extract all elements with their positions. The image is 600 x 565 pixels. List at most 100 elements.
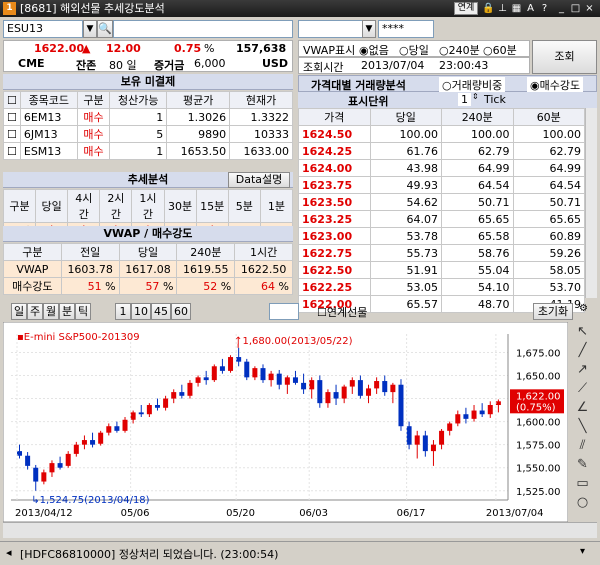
- angle-icon[interactable]: ∠: [568, 398, 597, 417]
- dropdown-icon[interactable]: ▼: [83, 20, 97, 38]
- cell: 6JM13: [19, 125, 78, 143]
- font-button[interactable]: A: [524, 2, 537, 15]
- interval-1[interactable]: 1: [115, 303, 131, 320]
- grid-icon[interactable]: ▦: [510, 2, 523, 15]
- table-row[interactable]: ☐ 6JM13 매수 5 9890 10333: [3, 125, 293, 143]
- line-icon[interactable]: ⟋: [568, 379, 597, 398]
- radio-60[interactable]: ○60분: [483, 42, 517, 58]
- select-all-checkbox[interactable]: ☐: [7, 94, 17, 107]
- candle-body: [73, 444, 79, 454]
- reset-button[interactable]: 초기화: [533, 303, 573, 320]
- table-row[interactable]: 1624.00 43.98 64.99 64.99: [298, 159, 585, 177]
- y-tick-label: 1,525.00: [516, 487, 561, 498]
- table-row[interactable]: 1623.00 53.78 65.58 60.89: [298, 227, 585, 245]
- table-row[interactable]: ☐ ESM13 매수 1 1653.50 1633.00: [3, 142, 293, 160]
- row-checkbox[interactable]: ☐: [3, 125, 21, 143]
- ray-icon[interactable]: ↗: [568, 360, 597, 379]
- candle-body: [17, 451, 22, 456]
- radio-today[interactable]: ○당일: [399, 42, 429, 58]
- candle-body: [98, 432, 104, 444]
- vertical-scrollbar[interactable]: [585, 108, 597, 298]
- pin-icon[interactable]: ⊥: [496, 2, 509, 15]
- interval-10[interactable]: 10: [131, 303, 151, 320]
- cell: 1624.50: [298, 125, 371, 143]
- settings-icon[interactable]: ⚙: [579, 303, 588, 314]
- pencil-icon[interactable]: ✎: [568, 455, 597, 474]
- period-tick[interactable]: 틱: [75, 303, 91, 320]
- table-row[interactable]: 1623.50 54.62 50.71 50.71: [298, 193, 585, 211]
- col-header: 1시간: [131, 189, 165, 223]
- col-header: 240분: [176, 243, 236, 261]
- candlestick-chart[interactable]: 1,675.001,650.001,625.001,600.001,575.00…: [3, 322, 568, 522]
- holdings-table: ☐ 종목코드 구분 청산가능 평균가 현재가 ☐ 6EM13 매수 1 1.3026 1.3322 …: [3, 91, 293, 160]
- query-time-row: 조회시간 2013/07/04 23:00:43: [298, 57, 530, 74]
- y-tick-label: 1,675.00: [516, 348, 561, 359]
- stepper-icon[interactable]: ⇕: [472, 92, 479, 101]
- row-checkbox[interactable]: ☐: [3, 142, 21, 160]
- table-row[interactable]: 1622.50 51.91 55.04 58.05: [298, 261, 585, 279]
- candle-body: [479, 410, 485, 415]
- cell: 1623.75: [298, 176, 371, 194]
- search-icon[interactable]: 🔍: [97, 20, 113, 38]
- cell: 1622.50: [234, 260, 293, 278]
- row-checkbox[interactable]: ☐: [3, 108, 21, 126]
- table-row[interactable]: ☐ 6EM13 매수 1 1.3026 1.3322: [3, 108, 293, 126]
- status-scroll-icon[interactable]: ▾: [580, 546, 585, 557]
- row-label: 매수강도: [3, 277, 62, 295]
- table-row[interactable]: 1624.50 100.00 100.00 100.00: [298, 125, 585, 143]
- cell: 64 %: [234, 277, 293, 295]
- table-row[interactable]: 1623.75 49.93 64.54 64.54: [298, 176, 585, 194]
- period-month[interactable]: 월: [43, 303, 59, 320]
- rectangle-icon[interactable]: ▭: [568, 474, 597, 493]
- cursor-icon[interactable]: ↖: [568, 322, 597, 341]
- table-row[interactable]: 1622.25 53.05 54.10 53.70: [298, 278, 585, 296]
- symbol-input[interactable]: ESU13: [3, 20, 83, 38]
- fib-icon[interactable]: ╲: [568, 417, 597, 436]
- table-row[interactable]: 1623.25 64.07 65.65 65.65: [298, 210, 585, 228]
- parallel-icon[interactable]: ⫽: [568, 436, 597, 455]
- cell: 5: [109, 125, 168, 143]
- period-week[interactable]: 주: [27, 303, 43, 320]
- lock-icon[interactable]: 🔒: [482, 2, 495, 15]
- trendline-icon[interactable]: ╱: [568, 341, 597, 360]
- minimize-button[interactable]: _: [555, 2, 568, 15]
- table-row[interactable]: 1624.25 61.76 62.79 62.79: [298, 142, 585, 160]
- window-title: [8681] 해외선물 추세강도분석: [20, 2, 165, 15]
- cell: 50.71: [512, 193, 585, 211]
- candle-body: [65, 453, 71, 466]
- col-header: 1시간: [234, 243, 293, 261]
- account-dropdown-icon[interactable]: ▼: [362, 20, 376, 38]
- link-button[interactable]: 연계: [454, 2, 478, 15]
- interval-60[interactable]: 60: [171, 303, 191, 320]
- candle-body: [138, 412, 144, 415]
- interval-45[interactable]: 45: [151, 303, 171, 320]
- table-row[interactable]: 1622.75 55.73 58.76 59.26: [298, 244, 585, 262]
- period-day[interactable]: 일: [11, 303, 27, 320]
- col-header: 4시간: [67, 189, 101, 223]
- period-minute[interactable]: 분: [59, 303, 75, 320]
- last-price-label: 1,622.00: [516, 391, 561, 402]
- radio-volume-ratio[interactable]: ○거래량비중: [439, 77, 506, 93]
- account-combo[interactable]: [298, 20, 370, 38]
- radio-buy-strength[interactable]: ◉매수강도: [527, 77, 584, 93]
- circle-icon[interactable]: ○: [568, 493, 597, 512]
- horizontal-scrollbar[interactable]: [3, 522, 597, 538]
- password-field[interactable]: ****: [378, 20, 434, 38]
- cell: 1622.25: [298, 278, 371, 296]
- radio-240[interactable]: ○240분: [439, 42, 480, 58]
- linked-checkbox[interactable]: ☐연계선물: [317, 304, 367, 320]
- help-button[interactable]: ?: [538, 2, 551, 15]
- cell: 62.79: [512, 142, 585, 160]
- data-description-button[interactable]: Data설명: [228, 172, 290, 188]
- cell: 55.73: [369, 244, 442, 262]
- close-button[interactable]: ×: [583, 2, 596, 15]
- maximize-button[interactable]: □: [569, 2, 582, 15]
- radio-none[interactable]: ◉없음: [359, 42, 389, 58]
- query-button[interactable]: 조회: [532, 40, 597, 74]
- query-time: 23:00:43: [439, 59, 489, 72]
- candle-body: [228, 357, 234, 371]
- unit-value[interactable]: 1: [458, 93, 471, 106]
- candle-body: [309, 380, 315, 390]
- candle-body: [146, 405, 152, 415]
- interval-combo[interactable]: [269, 303, 299, 320]
